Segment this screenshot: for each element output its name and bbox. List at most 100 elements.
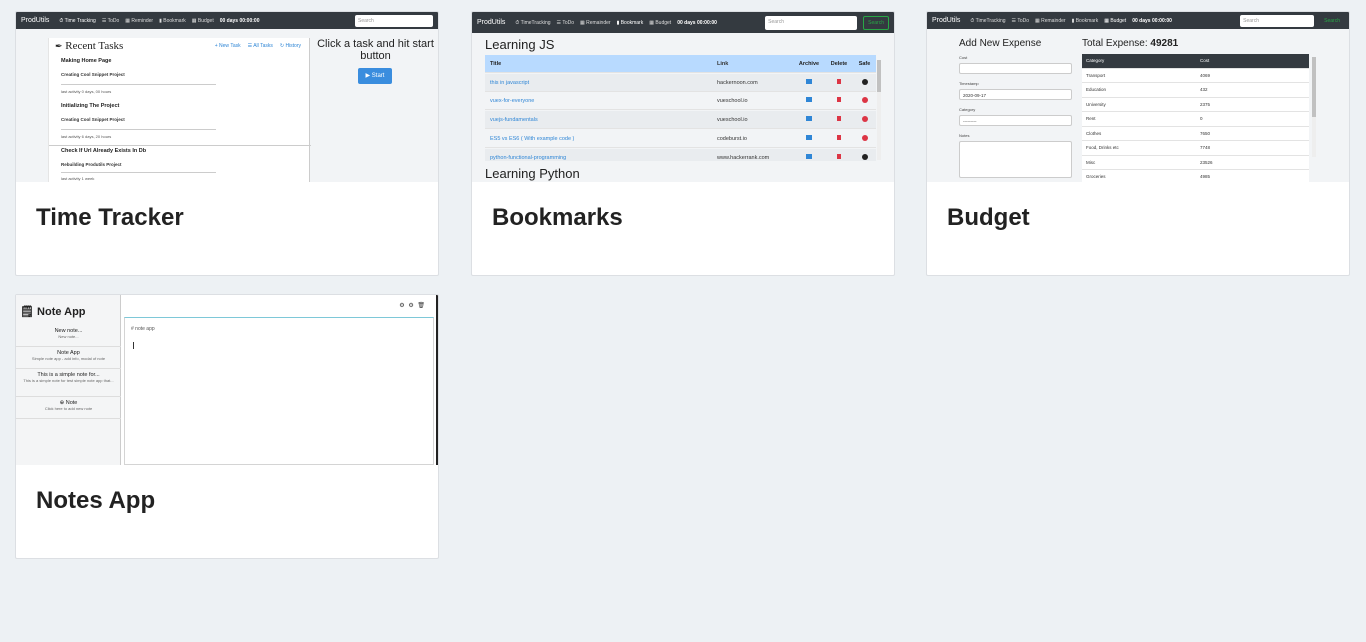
thumb-nav-link: ▮ Bookmark: [1071, 17, 1099, 24]
table-row: Food, Drinks etc 7748: [1082, 141, 1309, 156]
table-row: Misc 23526: [1082, 155, 1309, 170]
task-meta: last activity 0 days, 00 hours: [61, 89, 112, 94]
card-title: Bookmarks: [492, 204, 623, 231]
card-time-tracker[interactable]: ProdUtils ⏱ Time Tracking ☰ ToDo ▦ Remin…: [15, 11, 439, 276]
divider: [16, 396, 121, 397]
card-bookmarks[interactable]: ProdUtils ⏱ TimeTracking ☰ ToDo ▦ Remain…: [471, 11, 895, 276]
thumb-nav-link: ▦ Budget: [191, 17, 214, 24]
field-label: Cost: [959, 55, 968, 60]
thumb-timer: 00 days 00:00:00: [677, 19, 717, 26]
note-editor: # note app: [124, 317, 434, 465]
table-row: vuex-for-everyone vueschool.io: [485, 92, 876, 110]
expense-table: Category Cost Transport 4069 Education 432 …: [1082, 54, 1309, 182]
text-caret: [133, 342, 134, 349]
bookmarks-thumbnail: ProdUtils ⏱ TimeTracking ☰ ToDo ▦ Remain…: [472, 12, 894, 182]
notes-textarea: [959, 141, 1072, 178]
thumb-nav-link: ▦ Remainder: [580, 19, 611, 26]
thumb-timer: 00 days 00:00:00: [1132, 17, 1172, 24]
total-expense: Total Expense: 49281: [1082, 38, 1179, 49]
timestamp-input: 2020-09-17: [959, 89, 1072, 100]
thumb-nav-link: ⏱ TimeTracking: [515, 19, 551, 26]
table-row: Rent 0: [1082, 112, 1309, 127]
section-heading: Learning Python: [485, 166, 580, 181]
archive-icon: [806, 116, 812, 121]
cost-input: [959, 63, 1072, 74]
start-prompt: Click a task and hit start button: [317, 38, 434, 62]
thumb-nav-link: ▦ Budget: [1104, 17, 1127, 24]
thumb-search: Search: [355, 14, 433, 27]
archive-icon: [806, 97, 812, 102]
form-title: Add New Expense: [959, 38, 1042, 49]
table-row: Transport 4069: [1082, 68, 1309, 83]
recent-tasks-panel: ✒ Recent Tasks + New Task ☰ All Tasks ↻ …: [48, 38, 311, 182]
history-link: ↻ History: [279, 43, 301, 49]
divider: [49, 145, 311, 146]
task-title: Check If Url Already Exists In Db: [61, 148, 147, 154]
card-budget[interactable]: ProdUtils ⏱ TimeTracking ☰ ToDo ▦ Remain…: [926, 11, 1350, 276]
x-circle-icon: [861, 96, 868, 103]
archive-icon: [806, 79, 812, 84]
thumb-navbar: ProdUtils ⏱ Time Tracking ☰ ToDo ▦ Remin…: [16, 12, 438, 29]
field-label: Notes: [959, 133, 970, 138]
x-circle-icon: [861, 115, 868, 122]
all-tasks-link: ☰ All Tasks: [247, 43, 273, 49]
field-label: Timestamp: [959, 81, 979, 86]
card-title: Time Tracker: [36, 204, 184, 231]
task-meta: last activity 6 days, 20 hours: [61, 134, 112, 139]
thumb-nav-link: ▦ Reminder: [125, 17, 154, 24]
divider: [61, 172, 216, 173]
archive-icon: [806, 135, 812, 140]
thumb-nav-link: ☰ ToDo: [556, 19, 574, 26]
thumb-nav-link: ⏱ TimeTracking: [970, 17, 1006, 24]
recent-tasks-heading: ✒ Recent Tasks: [55, 40, 124, 52]
card-notes-app[interactable]: 🗒 Note App New note... New note... Note A…: [15, 294, 439, 559]
card-title: Budget: [947, 204, 1030, 231]
task-project: Creating Cool Snippet Project: [61, 117, 125, 122]
thumb-nav-link: ▦ Budget: [649, 19, 672, 26]
note-icon: 🗒: [20, 306, 34, 318]
section-heading: Learning JS: [485, 37, 555, 52]
field-label: Category: [959, 107, 976, 112]
thumb-timer: 00 days 00:00:00: [219, 17, 260, 24]
trash-icon: [837, 154, 841, 159]
start-button: ▶ Start: [358, 68, 392, 84]
check-circle-icon: [861, 153, 868, 160]
table-row: vuejs-fundamentals vueschool.io: [485, 111, 876, 129]
new-task-link: + New Task: [214, 43, 241, 49]
trash-icon: [837, 79, 841, 84]
x-circle-icon: [861, 134, 868, 141]
divider: [61, 129, 216, 130]
bookmarks-table: Title Link Archive Delete Safe this in j…: [485, 55, 876, 161]
divider: [16, 368, 121, 369]
trash-icon: [837, 135, 841, 140]
scrollbar: [1312, 57, 1316, 157]
thumb-search: Search: [765, 15, 858, 30]
quill-icon: ✒: [55, 41, 63, 51]
note-list-item: This is a simple note for... This is a si…: [23, 372, 114, 383]
table-row: this in javascript hackernoon.com: [485, 74, 876, 92]
notes-app-thumbnail: 🗒 Note App New note... New note... Note A…: [16, 295, 438, 465]
note-list-item: Note App Simple note app - add info, moda…: [31, 350, 106, 361]
thumb-nav-link: ▦ Remainder: [1035, 17, 1066, 24]
table-row: Education 432: [1082, 83, 1309, 98]
check-circle-icon: [861, 78, 868, 85]
editor-heading: # note app: [131, 326, 155, 332]
add-note-item: ⊕ Note Click here to add new note: [44, 400, 93, 411]
thumb-nav-link: ☰ ToDo: [1011, 17, 1029, 24]
thumb-navbar: ProdUtils ⏱ TimeTracking ☰ ToDo ▦ Remain…: [927, 12, 1349, 29]
table-row: ES5 vs ES6 ( With example code ) codeburs…: [485, 130, 876, 148]
task-meta: last activity 1 week: [61, 176, 95, 181]
thumb-nav-link: ▮ Bookmark: [159, 17, 186, 24]
divider: [16, 346, 121, 347]
thumb-brand: ProdUtils: [932, 17, 961, 24]
table-row: Clothes 7650: [1082, 126, 1309, 141]
table-row: Groceries 4985: [1082, 170, 1309, 182]
task-title: Making Home Page: [61, 58, 112, 64]
thumb-nav-link: ▮ Bookmark: [616, 19, 644, 26]
thumb-edge: [436, 295, 438, 465]
thumb-nav-link: ☰ ToDo: [101, 17, 120, 24]
category-select: ---------: [959, 115, 1072, 126]
card-title: Notes App: [36, 487, 156, 514]
budget-thumbnail: ProdUtils ⏱ TimeTracking ☰ ToDo ▦ Remain…: [927, 12, 1349, 182]
task-title: Initializing The Project: [61, 103, 120, 109]
